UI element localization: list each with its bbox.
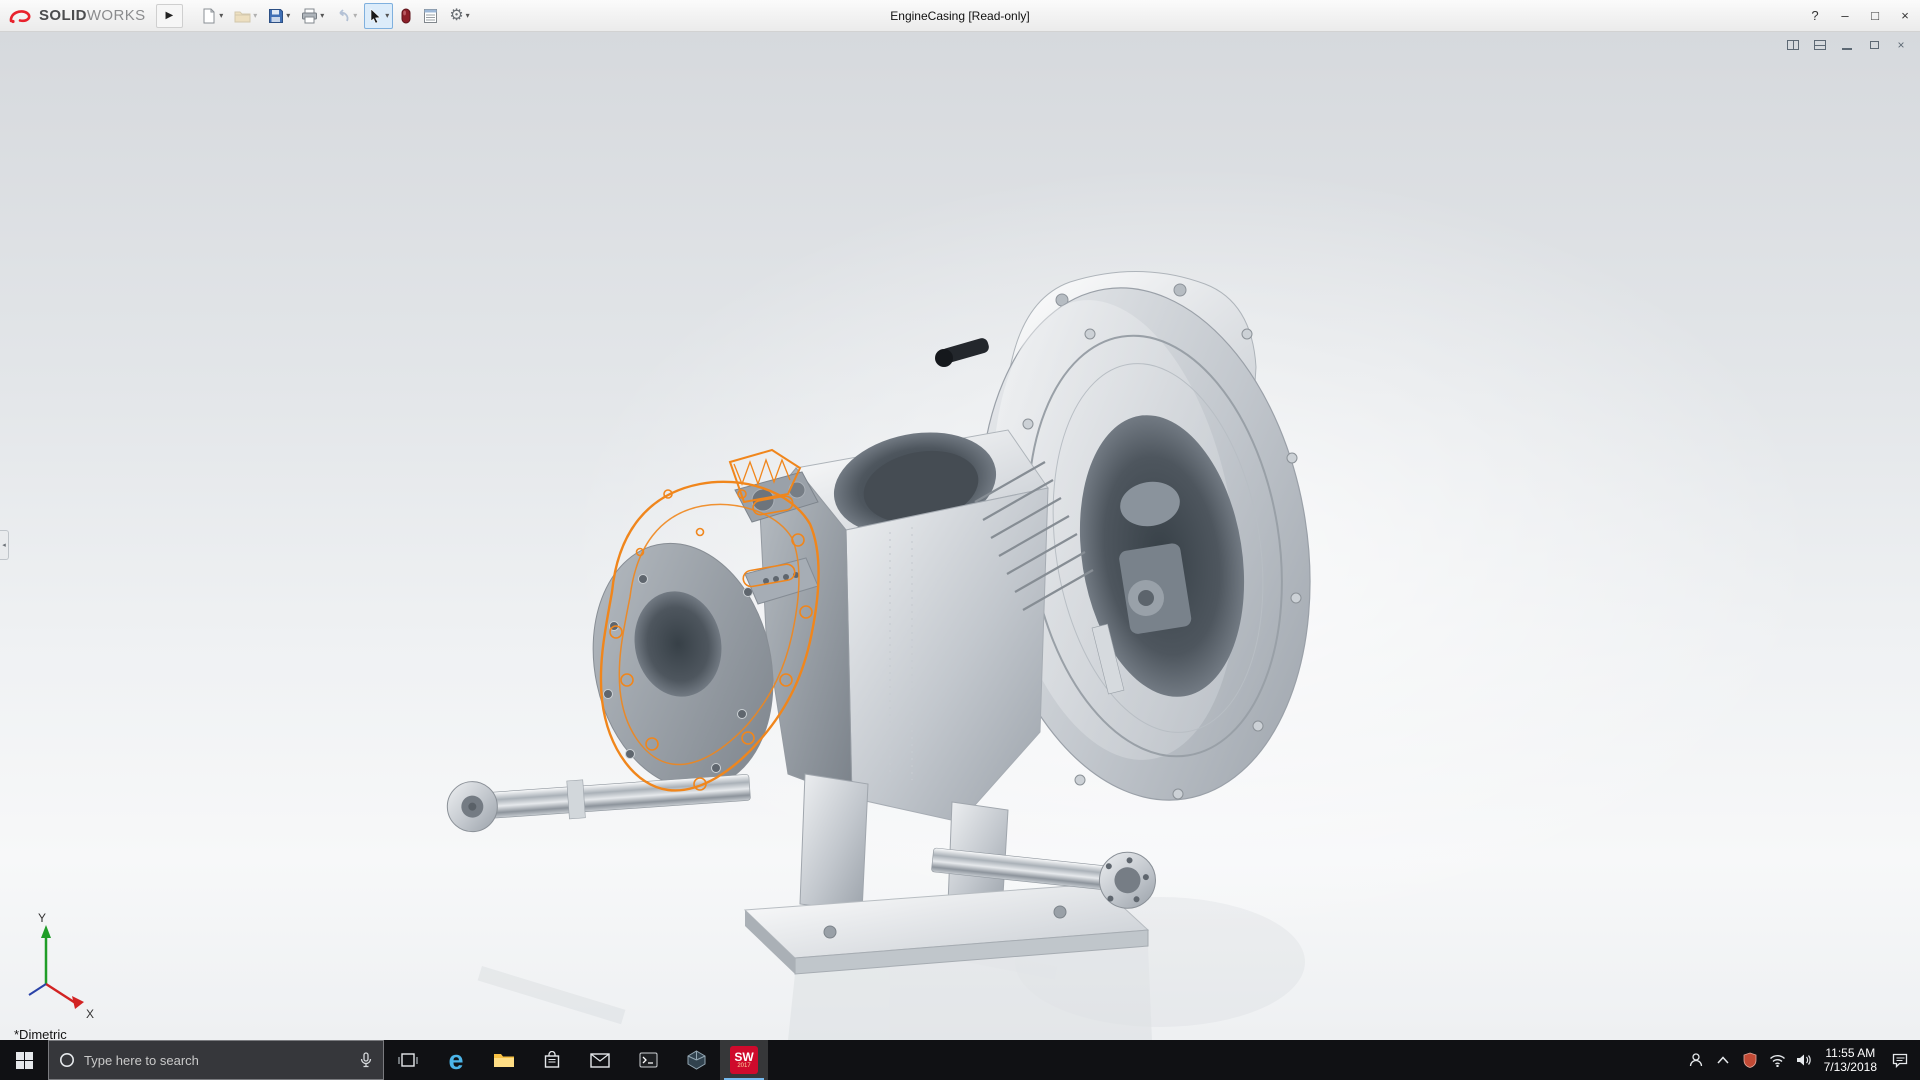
cortana-icon [59, 1052, 75, 1068]
appearance-bead-icon [400, 8, 412, 24]
show-hidden-icons-button[interactable] [1710, 1040, 1737, 1080]
select-cursor-icon [368, 8, 383, 24]
appearance-button[interactable] [396, 3, 416, 29]
edge-icon: e [448, 1047, 463, 1074]
chevron-down-icon[interactable]: ▾ [219, 11, 223, 20]
undo-button[interactable]: ▾ [331, 3, 361, 29]
printer-icon [301, 8, 318, 24]
solidworks-2017-icon: SW 2017 [730, 1046, 758, 1074]
feature-tree-collapse-handle[interactable]: ◂ [0, 530, 9, 560]
solidworks-logo: SOLIDWORKS [0, 7, 156, 25]
save-floppy-icon [268, 8, 284, 24]
system-tray: 11:55 AM 7/13/2018 [1683, 1040, 1920, 1080]
cube-app-icon [687, 1050, 706, 1070]
chevron-down-icon[interactable]: ▾ [320, 11, 324, 20]
engine-casing-model[interactable] [446, 264, 1346, 974]
task-view-button[interactable] [384, 1040, 432, 1080]
windows-taskbar: e [0, 1040, 1920, 1080]
file-explorer-icon [493, 1051, 515, 1069]
open-folder-icon [234, 8, 251, 24]
edge-browser-button[interactable]: e [432, 1040, 480, 1080]
pane-box [1787, 40, 1799, 50]
minimize-button[interactable]: – [1830, 0, 1860, 32]
properties-sheet-icon [423, 8, 438, 24]
chevron-down-icon[interactable]: ▾ [385, 11, 389, 20]
file-properties-button[interactable] [419, 3, 442, 29]
security-shield-icon [1743, 1052, 1757, 1068]
orientation-triad[interactable]: Y X [29, 911, 94, 1021]
document-window-controls: × [1784, 37, 1910, 52]
help-button[interactable]: ? [1800, 0, 1830, 32]
titlebar: SOLIDWORKS ▶ ▾ ▾ [0, 0, 1920, 32]
chevron-down-icon[interactable]: ▾ [286, 11, 290, 20]
viewport-3d-scene[interactable]: Y X [0, 32, 1920, 1040]
taskbar-app-icons: e [384, 1040, 768, 1080]
people-button[interactable] [1683, 1040, 1710, 1080]
file-explorer-button[interactable] [480, 1040, 528, 1080]
brand-text: SOLIDWORKS [39, 7, 146, 25]
restore-icon [1870, 41, 1879, 49]
pane-box [1814, 40, 1826, 50]
chevron-down-icon[interactable]: ▾ [466, 11, 470, 20]
network-button[interactable] [1764, 1040, 1791, 1080]
doc-minimize-button[interactable] [1838, 37, 1856, 52]
chevron-up-icon [1717, 1056, 1729, 1064]
split-pane-horizontal-icon[interactable] [1811, 37, 1829, 52]
clock-date: 7/13/2018 [1824, 1060, 1877, 1074]
graphics-viewport[interactable]: Y X × ◂ *Dimetric [0, 32, 1920, 1040]
doc-restore-button[interactable] [1865, 37, 1883, 52]
mail-envelope-icon [590, 1053, 610, 1068]
search-input[interactable] [84, 1053, 350, 1068]
save-button[interactable]: ▾ [264, 3, 294, 29]
cad-cube-tool-button[interactable] [672, 1040, 720, 1080]
select-tool-button[interactable]: ▾ [364, 3, 393, 29]
menu-expand-button[interactable]: ▶ [156, 4, 184, 28]
store-bag-icon [543, 1051, 561, 1069]
sw-badge-text: SW [734, 1051, 753, 1063]
document-title: EngineCasing [Read-only] [890, 9, 1029, 23]
window-controls: ? – □ × [1800, 0, 1920, 32]
maximize-button[interactable]: □ [1860, 0, 1890, 32]
ds-swirl-icon [8, 7, 34, 25]
start-button[interactable] [0, 1040, 48, 1080]
split-pane-vertical-icon[interactable] [1784, 37, 1802, 52]
undo-arrow-icon [335, 8, 351, 24]
minimize-icon [1842, 48, 1852, 50]
new-document-icon [201, 8, 217, 24]
doc-close-button[interactable]: × [1892, 37, 1910, 52]
options-button[interactable]: ⚙ ▾ [445, 3, 473, 29]
action-center-button[interactable] [1886, 1040, 1913, 1080]
taskbar-search-box[interactable] [48, 1040, 384, 1080]
view-orientation-label: *Dimetric [14, 1027, 67, 1040]
task-view-icon [398, 1051, 418, 1069]
new-document-button[interactable]: ▾ [197, 3, 227, 29]
windows-logo-icon [16, 1052, 33, 1069]
taskbar-clock[interactable]: 11:55 AM 7/13/2018 [1818, 1046, 1886, 1074]
close-button[interactable]: × [1890, 0, 1920, 32]
sw-badge-year: 2017 [737, 1063, 750, 1070]
microsoft-store-button[interactable] [528, 1040, 576, 1080]
volume-button[interactable] [1791, 1040, 1818, 1080]
open-document-button[interactable]: ▾ [230, 3, 261, 29]
quick-access-toolbar: ▾ ▾ ▾ [197, 3, 473, 29]
command-prompt-button[interactable] [624, 1040, 672, 1080]
security-shield-button[interactable] [1737, 1040, 1764, 1080]
triad-x-label: X [86, 1007, 94, 1021]
command-prompt-icon [639, 1052, 658, 1068]
microphone-icon[interactable] [359, 1052, 373, 1068]
speaker-icon [1796, 1053, 1812, 1067]
gear-icon: ⚙ [449, 8, 463, 24]
clock-time: 11:55 AM [1824, 1046, 1877, 1060]
solidworks-app-button[interactable]: SW 2017 [720, 1040, 768, 1080]
mail-button[interactable] [576, 1040, 624, 1080]
triad-y-label: Y [38, 911, 46, 925]
solidworks-window: SOLIDWORKS ▶ ▾ ▾ [0, 0, 1920, 1080]
chevron-down-icon[interactable]: ▾ [353, 11, 357, 20]
people-icon [1688, 1052, 1704, 1068]
chevron-down-icon[interactable]: ▾ [253, 11, 257, 20]
print-button[interactable]: ▾ [297, 3, 328, 29]
wifi-icon [1769, 1054, 1786, 1067]
action-center-icon [1892, 1053, 1908, 1068]
